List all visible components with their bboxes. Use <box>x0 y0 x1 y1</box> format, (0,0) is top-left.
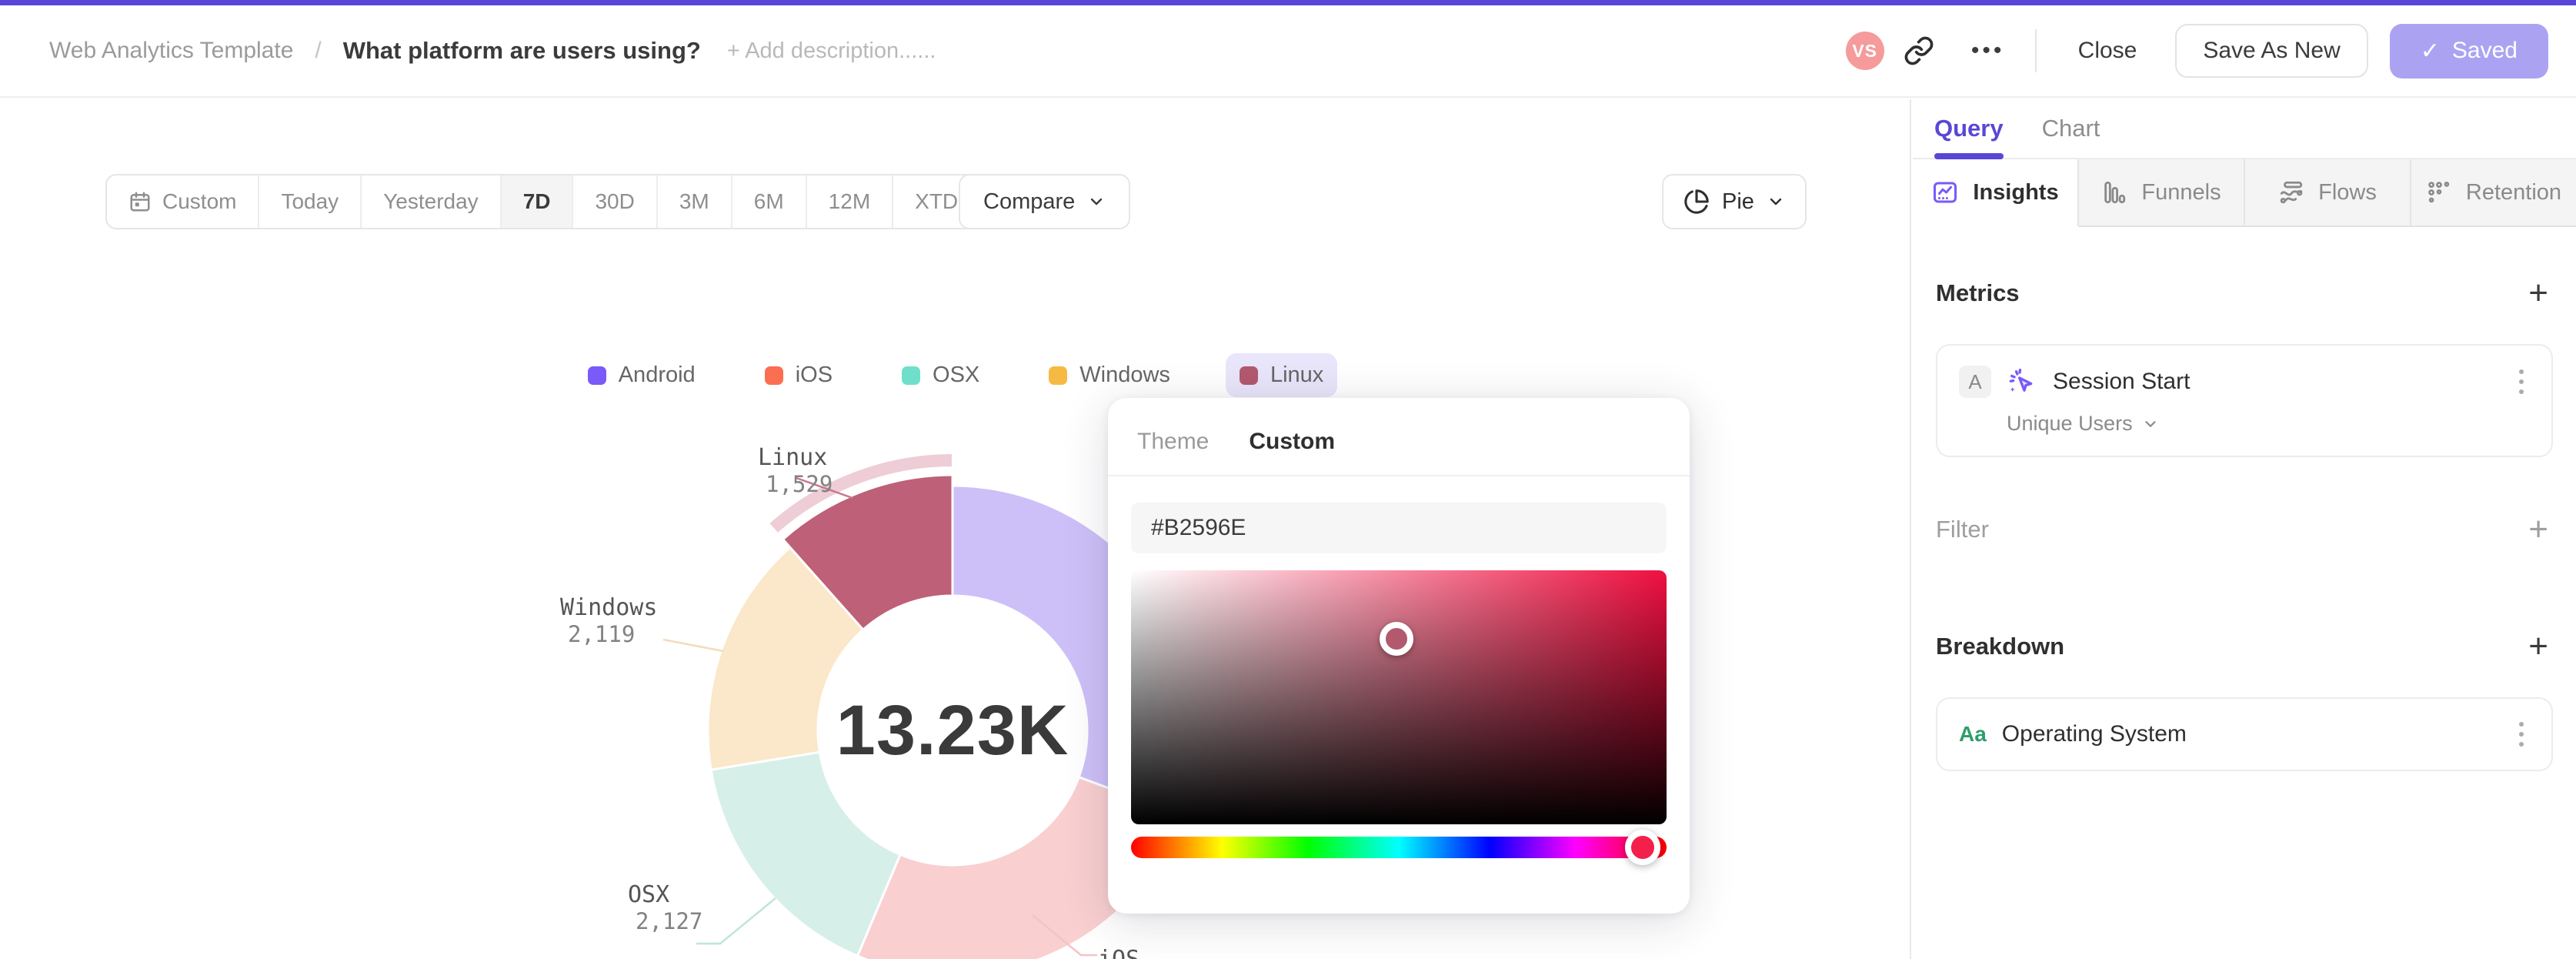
hex-color-input[interactable] <box>1131 503 1667 553</box>
retention-icon <box>2428 182 2450 203</box>
compare-label: Compare <box>983 189 1076 214</box>
ellipsis-icon: ••• <box>1970 38 2005 63</box>
analysis-mode-tabs: Insights Funnels Flows Retention <box>1913 159 2576 227</box>
funnels-icon <box>2104 181 2126 204</box>
range-custom-label: Custom <box>162 189 237 213</box>
link-icon <box>1904 36 1934 65</box>
hue-slider[interactable] <box>1131 830 1667 865</box>
metrics-section-header: Metrics + <box>1936 276 2553 310</box>
mode-insights[interactable]: Insights <box>1913 159 2079 227</box>
picker-tab-theme[interactable]: Theme <box>1137 429 1209 455</box>
string-property-icon: Aa <box>1959 722 1987 746</box>
sidebar-content: Metrics + A Session Start Unique Users F… <box>1913 276 2576 771</box>
saturation-value-area[interactable] <box>1131 570 1667 824</box>
breadcrumb-separator: / <box>315 38 322 63</box>
chevron-down-icon <box>2144 420 2156 427</box>
range-7d[interactable]: 7D <box>499 175 572 228</box>
filter-title: Filter <box>1936 516 1989 543</box>
close-button[interactable]: Close <box>2058 27 2157 75</box>
slice-label-osx: OSX 2,127 <box>628 881 703 935</box>
metric-card[interactable]: A Session Start Unique Users <box>1936 344 2553 457</box>
mode-funnels[interactable]: Funnels <box>2079 159 2245 227</box>
breadcrumb-root[interactable]: Web Analytics Template <box>49 38 293 64</box>
legend-swatch-ios <box>764 366 783 385</box>
breakdown-title: Breakdown <box>1936 633 2065 660</box>
metric-name: Session Start <box>2053 369 2191 394</box>
query-sidebar: Query Chart Insights Funnels Flows Reten… <box>1913 99 2576 959</box>
slice-label-windows: Windows 2,119 <box>560 594 658 648</box>
share-link-button[interactable] <box>1884 35 1954 66</box>
chevron-down-icon <box>1091 198 1103 206</box>
header-bar: Web Analytics Template / What platform a… <box>0 5 2576 98</box>
header-divider <box>2034 29 2037 72</box>
metric-series-badge: A <box>1959 366 1991 398</box>
flows-icon <box>2280 181 2303 204</box>
avatar[interactable]: VS <box>1845 32 1884 70</box>
top-accent-line <box>0 0 2576 5</box>
breakdown-name: Operating System <box>2001 721 2187 747</box>
range-xtd-label: XTD <box>915 189 959 213</box>
page-title[interactable]: What platform are users using? <box>343 37 701 65</box>
picker-tab-custom[interactable]: Custom <box>1249 429 1335 455</box>
legend-swatch-linux <box>1239 366 1258 385</box>
range-yesterday[interactable]: Yesterday <box>360 175 500 228</box>
metrics-title: Metrics <box>1936 279 2020 306</box>
filter-section-header: Filter + <box>1936 513 2553 546</box>
mode-flows[interactable]: Flows <box>2245 159 2411 227</box>
range-12m[interactable]: 12M <box>805 175 892 228</box>
metric-menu-button[interactable] <box>2513 366 2530 397</box>
mode-flows-label: Flows <box>2318 179 2377 205</box>
range-6m[interactable]: 6M <box>730 175 806 228</box>
chart-panel: Custom Today Yesterday 7D 30D 3M 6M 12M … <box>0 99 1911 959</box>
mode-funnels-label: Funnels <box>2141 179 2221 205</box>
slice-label-ios: iOS 3,402 <box>1098 946 1173 959</box>
color-cursor[interactable] <box>1379 622 1413 657</box>
legend-swatch-windows <box>1049 366 1068 385</box>
event-click-icon <box>2009 368 2033 392</box>
connector-osx <box>696 897 776 945</box>
sidebar-tabs: Query Chart <box>1913 99 2576 159</box>
range-custom[interactable]: Custom <box>107 175 258 228</box>
chart-type-label: Pie <box>1722 189 1754 214</box>
app-window: Web Analytics Template / What platform a… <box>0 0 2576 959</box>
insights-icon <box>1934 182 1957 203</box>
tab-query[interactable]: Query <box>1934 99 2004 159</box>
check-icon: ✓ <box>2420 38 2440 64</box>
compare-button[interactable]: Compare <box>959 174 1131 229</box>
breadcrumb: Web Analytics Template / What platform a… <box>0 37 936 65</box>
save-as-new-button[interactable]: Save As New <box>2175 24 2368 78</box>
add-metric-button[interactable]: + <box>2524 276 2553 310</box>
connector-windows <box>662 638 724 653</box>
add-description-link[interactable]: + Add description...... <box>727 38 936 64</box>
color-picker-tabs: Theme Custom <box>1108 398 1690 476</box>
mode-retention-label: Retention <box>2465 179 2562 205</box>
more-menu-button[interactable]: ••• <box>1954 38 2023 64</box>
chart-type-button[interactable]: Pie <box>1662 174 1807 229</box>
color-picker-popup: Theme Custom <box>1108 398 1690 914</box>
saved-button-label: Saved <box>2451 38 2518 63</box>
saved-button[interactable]: ✓ Saved <box>2389 23 2548 79</box>
metric-aggregation-label: Unique Users <box>2007 412 2133 435</box>
metric-aggregation-dropdown[interactable]: Unique Users <box>1959 412 2530 436</box>
calendar-icon <box>130 192 150 212</box>
legend-swatch-osx <box>902 366 921 385</box>
mode-insights-label: Insights <box>1973 179 2059 205</box>
tab-chart[interactable]: Chart <box>2042 99 2101 158</box>
hue-slider-handle[interactable] <box>1624 830 1660 865</box>
range-30d[interactable]: 30D <box>572 175 656 228</box>
range-3m[interactable]: 3M <box>656 175 731 228</box>
range-today[interactable]: Today <box>258 175 360 228</box>
chevron-down-icon <box>1770 198 1782 206</box>
mode-retention[interactable]: Retention <box>2411 159 2576 227</box>
slice-label-linux: Linux 1,529 <box>758 444 833 498</box>
date-range-group: Custom Today Yesterday 7D 30D 3M 6M 12M … <box>105 174 1009 229</box>
header-actions: VS ••• Close Save As New ✓ Saved <box>1845 5 2548 96</box>
legend-swatch-android <box>587 366 606 385</box>
add-filter-button[interactable]: + <box>2524 513 2553 546</box>
breakdown-section-header: Breakdown + <box>1936 630 2553 663</box>
breakdown-card[interactable]: Aa Operating System <box>1936 697 2553 771</box>
add-breakdown-button[interactable]: + <box>2524 630 2553 663</box>
pie-chart-icon <box>1684 189 1709 214</box>
breakdown-menu-button[interactable] <box>2513 719 2530 750</box>
